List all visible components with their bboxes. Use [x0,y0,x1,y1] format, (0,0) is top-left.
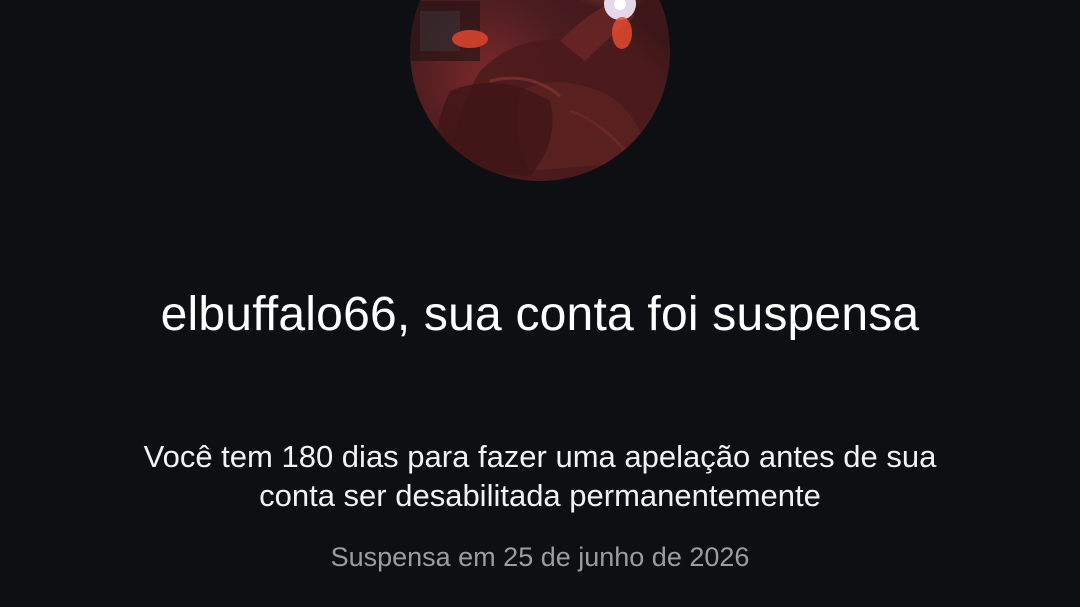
profile-avatar [410,0,670,181]
suspension-screen: elbuffalo66, sua conta foi suspensa Você… [0,0,1080,607]
suspension-message: Você tem 180 dias para fazer uma apelaçã… [143,439,937,513]
suspension-title: elbuffalo66, sua conta foi suspensa [160,288,920,341]
profile-photo-icon [410,0,670,181]
suspension-date: Suspensa em 25 de junho de 2026 [330,542,750,572]
